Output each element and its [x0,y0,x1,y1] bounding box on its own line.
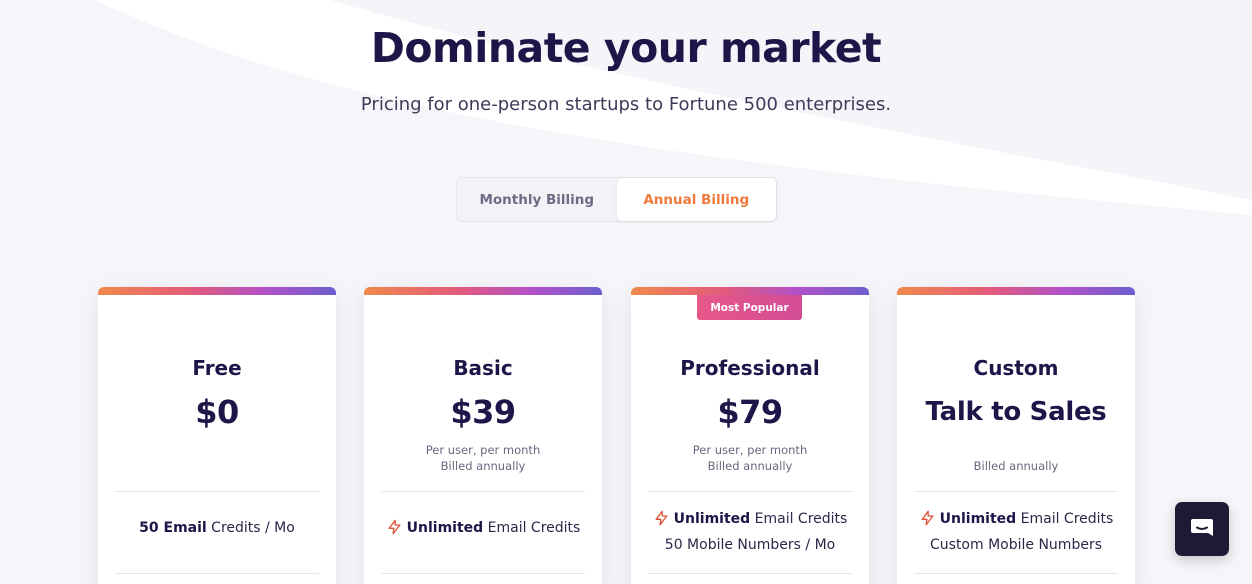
card-divider [648,573,852,574]
card-divider [115,491,319,492]
billing-note: Billed annually [707,459,793,473]
card-accent-bar [897,287,1135,295]
card-divider [381,491,585,492]
feature-item: Unlimited Email Credits [364,515,602,541]
price-note: Per user, per month [692,443,808,457]
plan-name: Basic [453,356,513,380]
plan-price: Talk to Sales [925,397,1107,427]
plan-price: $79 [717,393,783,431]
annual-billing-tab[interactable]: Annual Billing [616,178,776,221]
feature-item: 50 Email Credits / Mo [139,520,295,536]
billing-note: Billed annually [440,459,526,473]
card-divider [648,491,852,492]
feature-item: Unlimited Email Credits [631,506,869,532]
feature-item: Unlimited Email Credits [897,506,1135,532]
page-title: Dominate your market [370,24,882,72]
plan-name: Free [192,356,242,380]
card-accent-bar [98,287,336,295]
billing-toggle: Monthly Billing Annual Billing [456,177,777,222]
lightning-bolt-icon [388,519,401,535]
plan-card-custom: Custom Talk to Sales Billed annually Unl… [897,287,1135,584]
card-accent-bar [364,287,602,295]
plan-card-free: Free $0 50 Email Credits / Mo [98,287,336,584]
most-popular-badge: Most Popular [697,295,802,320]
feature-item: 50 Mobile Numbers / Mo [664,537,836,553]
card-divider [381,573,585,574]
card-divider [914,573,1118,574]
plan-price: $0 [195,393,239,431]
price-note: Per user, per month [425,443,541,457]
billing-note: Billed annually [973,459,1059,473]
card-divider [115,573,319,574]
feature-item: Custom Mobile Numbers [930,537,1102,553]
lightning-bolt-icon [655,510,668,526]
card-accent-bar [631,287,869,295]
plan-card-professional: Most Popular Professional $79 Per user, … [631,287,869,584]
card-divider [914,491,1118,492]
lightning-bolt-icon [921,510,934,526]
monthly-billing-tab[interactable]: Monthly Billing [457,178,617,221]
plan-name: Professional [680,356,820,380]
plan-name: Custom [973,356,1059,380]
plan-card-basic: Basic $39 Per user, per month Billed ann… [364,287,602,584]
hero-section: Dominate your market Pricing for one-per… [0,0,1252,117]
page-subtitle: Pricing for one-person startups to Fortu… [360,94,892,115]
chat-button[interactable] [1175,502,1229,556]
plan-price: $39 [450,393,516,431]
chat-bubble-icon [1191,519,1213,536]
